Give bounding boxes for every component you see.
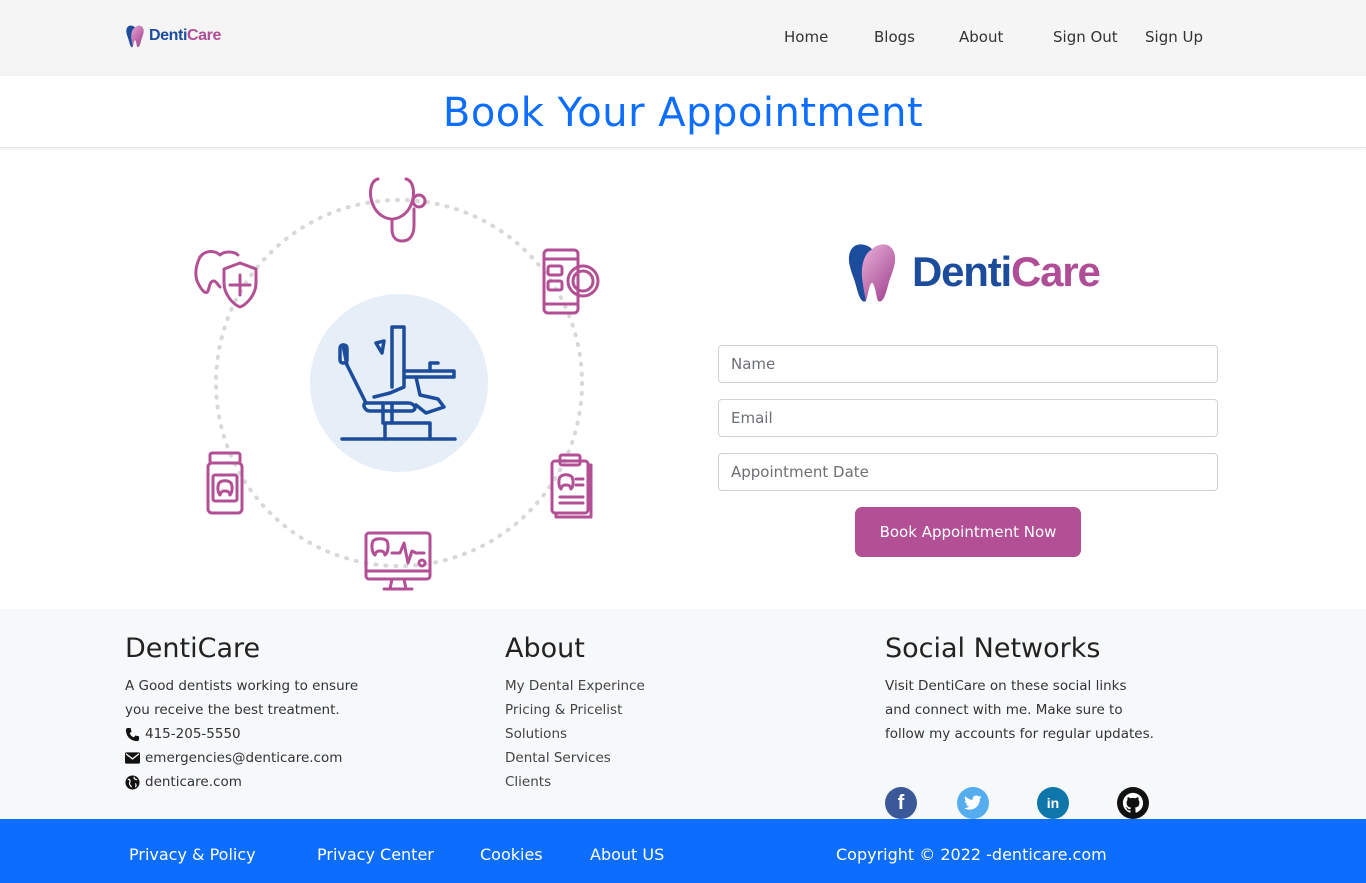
name-input[interactable] [718, 345, 1218, 383]
footer-col-social: Social Networks Visit DentiCare on these… [885, 633, 1215, 823]
tooth-logo-icon [848, 244, 896, 302]
stethoscope-icon [369, 177, 427, 243]
copyright-text: Copyright © 2022 -denticare.com [836, 845, 1107, 864]
logo-text: DentiCare [912, 248, 1101, 295]
bottom-link-about-us[interactable]: About US [590, 845, 664, 864]
nav-sign-up[interactable]: Sign Up [1145, 28, 1203, 46]
email-input[interactable] [718, 399, 1218, 437]
footer-about-heading: About [505, 633, 585, 664]
footer-company-desc-line1: A Good dentists working to ensure [125, 678, 359, 694]
nav-about[interactable]: About [959, 28, 1003, 46]
globe-icon [125, 774, 140, 790]
facebook-icon[interactable]: f [885, 787, 917, 819]
footer-link-dental-experience[interactable]: My Dental Experince [505, 674, 645, 698]
linkedin-icon[interactable]: in [1037, 787, 1069, 819]
book-appointment-button[interactable]: Book Appointment Now [855, 507, 1081, 557]
footer-link-clients[interactable]: Clients [505, 770, 645, 794]
footer-company-desc-line2: you receive the best treatment. [125, 702, 340, 718]
bottom-link-privacy-center[interactable]: Privacy Center [317, 845, 434, 864]
footer-link-dental-services[interactable]: Dental Services [505, 746, 645, 770]
nav-home[interactable]: Home [784, 28, 828, 46]
social-icons: f in [885, 787, 1155, 821]
footer-company-heading: DentiCare [125, 633, 261, 664]
footer-email: emergencies@denticare.com [125, 746, 358, 770]
medicine-bottle-icon [206, 451, 244, 515]
footer-social-heading: Social Networks [885, 633, 1101, 664]
bottom-link-privacy-policy[interactable]: Privacy & Policy [129, 845, 256, 864]
tooth-shield-icon [194, 250, 258, 309]
footer-social-line1: Visit DentiCare on these social links [885, 678, 1127, 694]
footer-phone-text: 415-205-5550 [145, 726, 241, 742]
footer-social-line2: and connect with me. Make sure to [885, 702, 1123, 718]
footer-website: denticare.com [125, 770, 358, 794]
nav-blogs[interactable]: Blogs [874, 28, 915, 46]
github-icon[interactable] [1117, 787, 1149, 819]
brand-name: DentiCare [149, 27, 221, 44]
denticare-logo: DentiCare [840, 240, 1101, 304]
dental-clipboard-icon [550, 453, 593, 519]
title-band: Book Your Appointment [0, 76, 1366, 148]
bottom-link-cookies[interactable]: Cookies [480, 845, 543, 864]
navbar: DentiCare Home Blogs About Sign Out Sign… [0, 0, 1366, 76]
phone-icon [125, 727, 140, 741]
footer-phone: 415-205-5550 [125, 722, 358, 746]
footer-link-pricing[interactable]: Pricing & Pricelist [505, 698, 645, 722]
footer-email-text[interactable]: emergencies@denticare.com [145, 746, 342, 770]
nav-sign-out[interactable]: Sign Out [1053, 28, 1118, 46]
twitter-icon[interactable] [957, 787, 989, 819]
envelope-icon [125, 752, 140, 764]
footer-col-company: DentiCare A Good dentists working to ens… [125, 633, 358, 794]
brand-logo[interactable]: DentiCare [124, 24, 221, 48]
footer-col-about: About My Dental Experince Pricing & Pric… [505, 633, 645, 794]
page-title: Book Your Appointment [442, 90, 924, 136]
footer-website-text[interactable]: denticare.com [145, 770, 242, 794]
tooth-logo-icon [126, 25, 144, 48]
appointment-date-input[interactable] [718, 453, 1218, 491]
bottom-bar: Privacy & Policy Privacy Center Cookies … [0, 819, 1366, 883]
footer-link-solutions[interactable]: Solutions [505, 722, 645, 746]
footer-social-line3: follow my accounts for regular updates. [885, 726, 1154, 742]
footer: DentiCare A Good dentists working to ens… [0, 609, 1366, 819]
dental-monitor-icon [364, 531, 432, 591]
dental-chat-phone-icon [542, 248, 600, 315]
dental-illustration [194, 177, 600, 591]
